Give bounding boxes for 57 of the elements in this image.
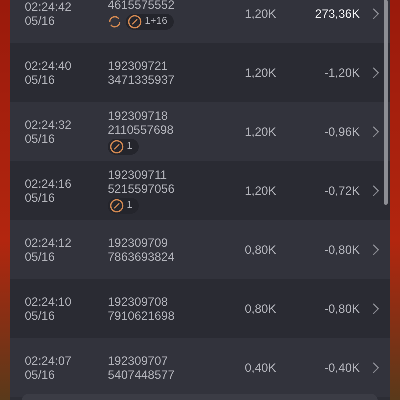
round-time: 02:24:07 (25, 354, 73, 368)
win-amount: -0,80K (324, 242, 360, 256)
round-id: 192309708 (108, 294, 170, 308)
chevron-icon (372, 184, 380, 196)
chevron-icon (372, 244, 380, 256)
chevron-icon (372, 126, 380, 138)
chevron-icon (372, 66, 380, 78)
history-row[interactable]: 02:24:32 05/16 192309718 2110557698 1 1,20K -0,96K (10, 102, 390, 161)
bet-amount: 0,80K (245, 242, 278, 256)
bonus-badge: 1 (108, 138, 139, 154)
win-amount: -0,96K (324, 124, 360, 138)
round-id: 192309711 (108, 168, 168, 182)
win-amount: -0,40K (324, 360, 360, 374)
round-time: 02:24:40 (25, 58, 73, 72)
round-serial: 7863693824 (108, 250, 176, 264)
round-id: 192309718 (108, 108, 170, 122)
win-amount: -1,20K (324, 66, 360, 80)
round-date: 05/16 (25, 190, 56, 204)
bet-amount: 0,80K (245, 302, 278, 316)
bet-amount: 1,20K (245, 6, 278, 20)
round-time: 02:24:42 (25, 0, 73, 14)
cycle-icon (108, 14, 122, 28)
win-amount: 273,36K (314, 6, 360, 20)
round-time: 02:24:10 (25, 294, 73, 308)
win-amount: -0,72K (324, 184, 360, 198)
bet-amount: 1,20K (245, 124, 278, 138)
win-amount: -0,80K (324, 302, 360, 316)
round-date: 05/16 (25, 132, 56, 146)
round-date: 05/16 (25, 14, 56, 28)
chevron-icon (372, 362, 380, 374)
bet-amount: 0,40K (245, 360, 278, 374)
bonus-badge: 1+16 (126, 14, 174, 30)
round-id: 192309707 (108, 354, 170, 368)
round-date: 05/16 (25, 368, 56, 382)
history-row[interactable]: 02:24:42 05/16 4615575552 1+16 1,20K 273,36K (10, 0, 390, 43)
round-date: 05/16 (25, 72, 56, 86)
round-time: 02:24:16 (25, 176, 73, 190)
history-row[interactable]: 02:24:12 05/16 192309709 7863693824 0,80K -0,80K (10, 220, 390, 279)
round-serial: 3471335937 (108, 72, 176, 86)
scrollbar[interactable] (384, 0, 388, 205)
chevron-icon (372, 8, 380, 20)
round-serial: 5215597056 (108, 182, 176, 196)
round-serial: 2110557698 (108, 122, 175, 136)
round-date: 05/16 (25, 308, 56, 322)
round-serial: 5407448577 (108, 368, 176, 382)
round-time: 02:24:32 (25, 118, 73, 132)
round-id: 192309709 (108, 236, 170, 250)
bet-amount: 1,20K (245, 66, 278, 80)
bet-amount: 1,20K (245, 184, 278, 198)
history-row[interactable]: 02:24:07 05/16 192309707 5407448577 0,40K -0,40K (10, 338, 390, 397)
round-time: 02:24:12 (25, 236, 73, 250)
bonus-badge: 1 (108, 198, 139, 214)
chevron-icon (372, 302, 380, 314)
round-id: 192309721 (108, 58, 170, 72)
round-date: 05/16 (25, 250, 56, 264)
round-serial: 4615575552 (108, 0, 176, 12)
round-serial: 7910621698 (108, 308, 176, 322)
